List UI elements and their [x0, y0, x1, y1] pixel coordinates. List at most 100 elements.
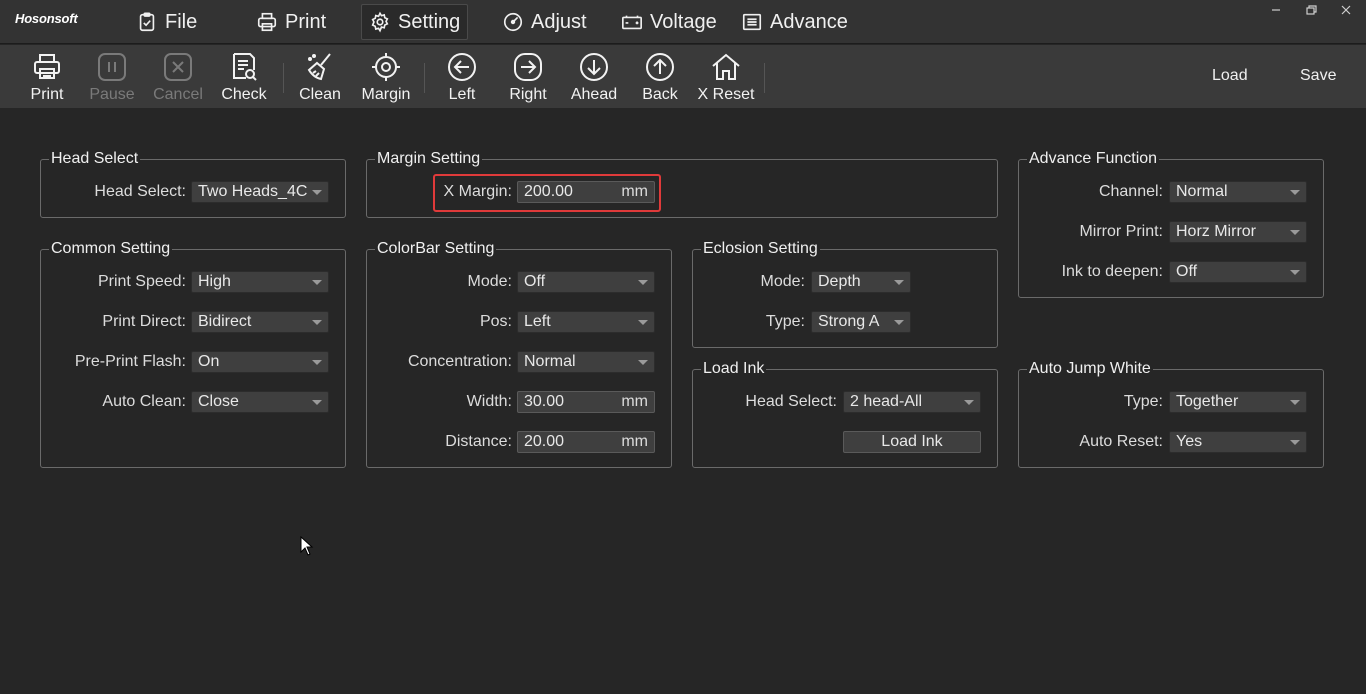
- eclosion-mode-label: Mode:: [760, 273, 805, 290]
- eclosion-mode-value: Depth: [818, 273, 861, 290]
- pre-print-flash-dropdown[interactable]: On: [191, 351, 329, 373]
- print-speed-value: High: [198, 273, 231, 290]
- toolbar-right-button[interactable]: Right: [496, 45, 560, 108]
- menu-print-label: Print: [285, 10, 327, 33]
- toolbar-back-button[interactable]: Back: [628, 45, 692, 108]
- clipboard-check-icon: [139, 12, 155, 32]
- channel-dropdown[interactable]: Normal: [1169, 181, 1307, 203]
- auto-reset-value: Yes: [1176, 433, 1203, 450]
- crosshair-icon: [372, 53, 400, 81]
- chevron-down-icon: [312, 320, 322, 325]
- ink-to-deepen-dropdown[interactable]: Off: [1169, 261, 1307, 283]
- chevron-down-icon: [312, 400, 322, 405]
- eclosion-type-value: Strong A: [818, 313, 880, 330]
- printer-icon: [34, 54, 60, 79]
- concentration-dropdown[interactable]: Normal: [517, 351, 655, 373]
- mirror-print-value: Horz Mirror: [1176, 223, 1256, 240]
- toolbar-check-button[interactable]: Check: [212, 45, 276, 108]
- menu-file[interactable]: File: [128, 4, 205, 40]
- load-button[interactable]: Load: [1212, 67, 1248, 85]
- arrow-right-icon: [514, 53, 542, 81]
- load-ink-group: Load Ink: [692, 359, 998, 468]
- toolbar-ahead-button[interactable]: Ahead: [562, 45, 626, 108]
- toolbar-left-button[interactable]: Left: [430, 45, 494, 108]
- toolbar-check-label: Check: [221, 86, 267, 103]
- auto-reset-label: Auto Reset:: [1079, 433, 1163, 450]
- channel-value: Normal: [1176, 183, 1228, 200]
- arrow-down-icon: [580, 53, 608, 81]
- broom-icon: [307, 53, 331, 81]
- menu-print[interactable]: Print: [248, 4, 334, 40]
- colorbar-mode-dropdown[interactable]: Off: [517, 271, 655, 293]
- print-speed-label: Print Speed:: [97, 273, 186, 290]
- colorbar-distance-input[interactable]: 20.00 mm: [517, 431, 655, 453]
- mirror-print-label: Mirror Print:: [1079, 223, 1163, 240]
- highlight-box: [433, 174, 661, 212]
- toolbar: Print Pause Cancel Check Clean Margin Le…: [0, 45, 1366, 108]
- restore-button[interactable]: [1301, 2, 1321, 18]
- toolbar-separator: [424, 63, 425, 93]
- auto-clean-label: Auto Clean:: [102, 393, 186, 410]
- ink-to-deepen-label: Ink to deepen:: [1061, 263, 1163, 280]
- chevron-down-icon: [312, 190, 322, 195]
- auto-clean-dropdown[interactable]: Close: [191, 391, 329, 413]
- chevron-down-icon: [638, 360, 648, 365]
- gear-icon: [371, 11, 389, 33]
- load-ink-head-dropdown[interactable]: 2 head-All: [843, 391, 981, 413]
- auto-reset-dropdown[interactable]: Yes: [1169, 431, 1307, 453]
- auto-jump-white-group: Auto Jump White: [1018, 359, 1324, 468]
- colorbar-width-input[interactable]: 30.00 mm: [517, 391, 655, 413]
- auto-jump-white-title: Auto Jump White: [1027, 359, 1153, 379]
- print-speed-dropdown[interactable]: High: [191, 271, 329, 293]
- minimize-button[interactable]: [1266, 2, 1286, 18]
- battery-icon: [622, 15, 642, 30]
- toolbar-cancel-button[interactable]: Cancel: [146, 45, 210, 108]
- print-direct-dropdown[interactable]: Bidirect: [191, 311, 329, 333]
- arrow-left-icon: [448, 53, 476, 81]
- jump-type-label: Type:: [1123, 393, 1163, 410]
- toolbar-left-label: Left: [448, 86, 476, 103]
- pre-print-flash-label: Pre-Print Flash:: [74, 353, 186, 370]
- eclosion-type-dropdown[interactable]: Strong A: [811, 311, 911, 333]
- toolbar-back-label: Back: [642, 86, 678, 103]
- menu-setting[interactable]: Setting: [361, 4, 469, 40]
- colorbar-setting-title: ColorBar Setting: [375, 239, 497, 259]
- save-button[interactable]: Save: [1300, 67, 1336, 85]
- toolbar-margin-button[interactable]: Margin: [354, 45, 418, 108]
- pre-print-flash-value: On: [198, 353, 220, 370]
- toolbar-cancel-label: Cancel: [153, 86, 203, 103]
- cancel-icon: [164, 53, 192, 81]
- chevron-down-icon: [638, 280, 648, 285]
- menu-voltage-label: Voltage: [650, 10, 717, 33]
- menu-adjust-label: Adjust: [531, 10, 587, 33]
- toolbar-pause-button[interactable]: Pause: [80, 45, 144, 108]
- colorbar-pos-value: Left: [524, 313, 551, 330]
- arrow-up-icon: [646, 53, 674, 81]
- toolbar-ahead-label: Ahead: [570, 86, 618, 103]
- chevron-down-icon: [1290, 270, 1300, 275]
- close-button[interactable]: [1336, 2, 1356, 18]
- mouse-pointer-icon: [300, 536, 314, 556]
- jump-type-dropdown[interactable]: Together: [1169, 391, 1307, 413]
- menu-voltage[interactable]: Voltage: [613, 4, 725, 40]
- gauge-icon: [503, 12, 523, 32]
- toolbar-print-button[interactable]: Print: [15, 45, 79, 108]
- toolbar-print-label: Print: [30, 86, 64, 103]
- margin-setting-title: Margin Setting: [375, 149, 483, 169]
- colorbar-mode-value: Off: [524, 273, 546, 290]
- menu-adjust[interactable]: Adjust: [494, 4, 595, 40]
- head-select-dropdown[interactable]: Two Heads_4C: [191, 181, 329, 203]
- ink-to-deepen-value: Off: [1176, 263, 1198, 280]
- home-icon: [712, 53, 740, 80]
- toolbar-clean-button[interactable]: Clean: [288, 45, 352, 108]
- chevron-down-icon: [638, 320, 648, 325]
- load-ink-button[interactable]: Load Ink: [843, 431, 981, 453]
- menu-advance[interactable]: Advance: [733, 4, 856, 40]
- eclosion-mode-dropdown[interactable]: Depth: [811, 271, 911, 293]
- chevron-down-icon: [894, 320, 904, 325]
- colorbar-pos-dropdown[interactable]: Left: [517, 311, 655, 333]
- chevron-down-icon: [1290, 190, 1300, 195]
- auto-clean-value: Close: [198, 393, 239, 410]
- toolbar-x-reset-button[interactable]: X Reset: [694, 45, 758, 108]
- mirror-print-dropdown[interactable]: Horz Mirror: [1169, 221, 1307, 243]
